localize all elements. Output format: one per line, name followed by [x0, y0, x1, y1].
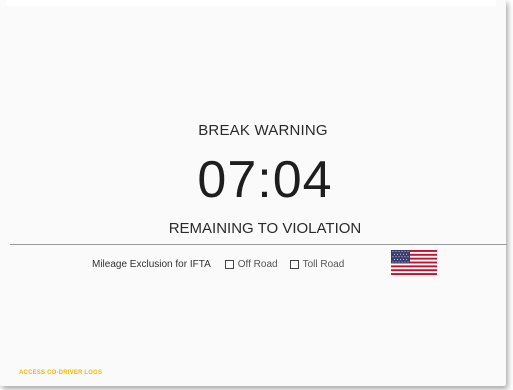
warning-subtitle: REMAINING TO VIOLATION: [168, 220, 362, 237]
access-co-driver-logs-link[interactable]: ACCESS CO-DRIVER LOGS: [19, 370, 102, 376]
countdown-timer: 07:04: [197, 151, 333, 209]
off-road-checkbox[interactable]: Off Road: [224, 258, 278, 270]
off-road-label: Off Road: [237, 258, 278, 270]
toll-road-checkbox-box[interactable]: [289, 259, 299, 269]
toll-road-checkbox[interactable]: Toll Road: [289, 258, 345, 270]
us-flag-icon[interactable]: [391, 250, 437, 275]
off-road-checkbox-box[interactable]: [224, 259, 234, 269]
panel-top-edge: [6, 0, 496, 6]
ifta-label: Mileage Exclusion for IFTA: [92, 258, 211, 270]
break-warning-panel: BREAK WARNING 07:04 REMAINING TO VIOLATI…: [0, 0, 507, 386]
toll-road-label: Toll Road: [302, 258, 345, 270]
ifta-exclusion-row: Mileage Exclusion for IFTA Off Road Toll…: [92, 257, 356, 271]
divider: [10, 244, 507, 245]
warning-title: BREAK WARNING: [198, 122, 328, 139]
